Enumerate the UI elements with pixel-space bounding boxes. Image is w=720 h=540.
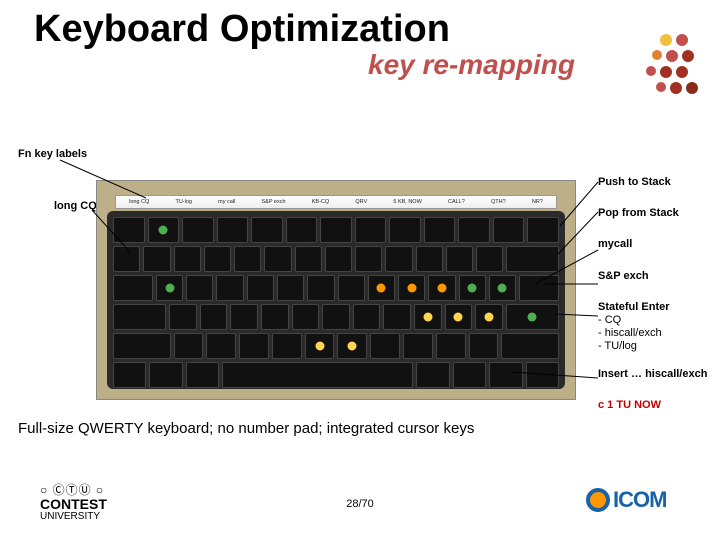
callout-long-cq: long CQ bbox=[54, 200, 97, 212]
callouts-right: Push to Stack Pop from Stack mycall S&P … bbox=[598, 176, 708, 430]
callout-insert: Insert … hiscall/exch bbox=[598, 368, 708, 381]
callout-c1: c 1 TU NOW bbox=[598, 399, 708, 412]
decorative-dots bbox=[604, 34, 704, 94]
logo-ctu: ○ ⒸⓉⓊ ○ CONTEST UNIVERSITY bbox=[40, 484, 107, 522]
page-title: Keyboard Optimization bbox=[34, 8, 575, 51]
page-number: 28/70 bbox=[346, 498, 374, 510]
keyboard-photo: long CQTU-logmy callS&P exchKB-CQQRV5 KB… bbox=[96, 180, 576, 400]
callout-fn-labels: Fn key labels bbox=[18, 148, 87, 160]
callout-sp-exch: S&P exch bbox=[598, 270, 708, 283]
caption: Full-size QWERTY keyboard; no number pad… bbox=[18, 420, 474, 437]
page-subtitle: key re-mapping bbox=[368, 49, 575, 81]
callout-pop-stack: Pop from Stack bbox=[598, 207, 708, 220]
callout-push-stack: Push to Stack bbox=[598, 176, 708, 189]
callout-stateful: Stateful Enter - CQ - hiscall/exch - TU/… bbox=[598, 301, 708, 354]
callout-mycall: mycall bbox=[598, 238, 708, 251]
logo-icom: ICOM bbox=[586, 482, 696, 518]
